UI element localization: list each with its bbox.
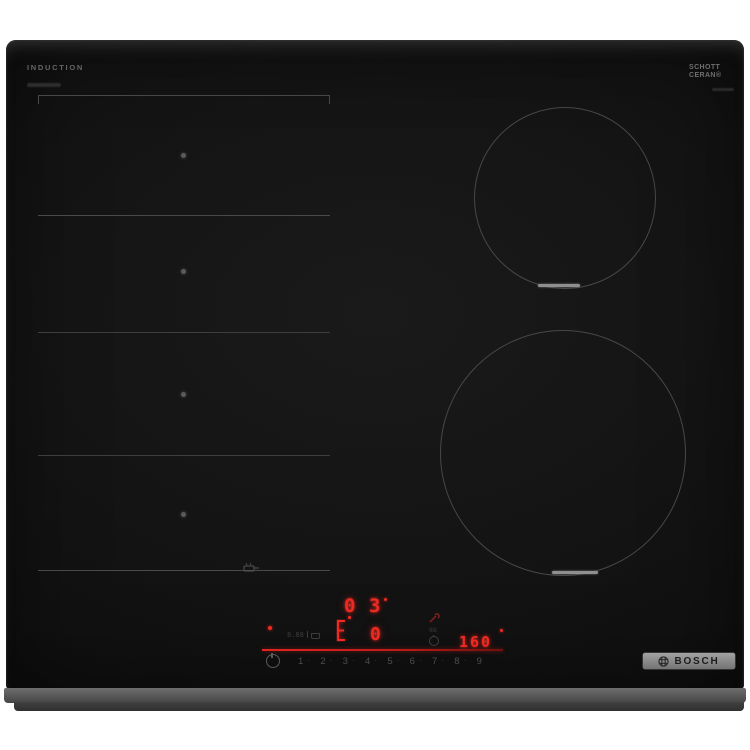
- status-indicator-dot: [268, 626, 272, 630]
- power-slider-track[interactable]: [262, 649, 503, 651]
- pause-pan-icon: [311, 633, 320, 639]
- bosch-armature-icon: [658, 656, 669, 667]
- flex-zone-marker-dot: [181, 153, 186, 158]
- legend-divider: [307, 631, 308, 638]
- power-level-key[interactable]: 4: [365, 656, 370, 667]
- kitchen-timer-icon[interactable]: [429, 636, 439, 646]
- flex-zone-divider: [38, 215, 330, 216]
- flex-zone-corner-tick: [38, 95, 39, 104]
- product-photo: INDUCTION SCHOTT CERAN® 0 3 0: [0, 0, 750, 750]
- flex-zone-level-display[interactable]: 0: [344, 595, 355, 617]
- induction-subtext-smudge: [27, 83, 61, 87]
- timer-ghost-segments: 88: [429, 626, 437, 634]
- power-level-key[interactable]: 7: [432, 656, 437, 667]
- schott-ceran-label: SCHOTT CERAN®: [689, 64, 737, 80]
- flex-zone-divider: [38, 332, 330, 333]
- zone-position-mark: [538, 284, 580, 287]
- flex-zone-divider: [38, 455, 330, 456]
- bosch-logo-text: BOSCH: [674, 656, 719, 667]
- flex-zone-marker-dot: [181, 392, 186, 397]
- flex-zone-indicator-icon: [336, 619, 347, 642]
- power-level-key[interactable]: 6: [410, 656, 415, 667]
- power-button[interactable]: [266, 654, 280, 668]
- right-zone-level-display[interactable]: 3: [369, 595, 380, 617]
- power-level-key[interactable]: 5: [387, 656, 392, 667]
- power-level-row: 1 2 3 4 5 6 7 8 9: [298, 656, 482, 667]
- zone-position-mark: [552, 571, 598, 574]
- flex-zone-top-line: [38, 95, 330, 96]
- cooking-time-icon[interactable]: [428, 613, 441, 624]
- power-level-key[interactable]: 9: [477, 656, 482, 667]
- schott-line: SCHOTT: [689, 64, 737, 72]
- ceran-line: CERAN®: [689, 72, 737, 80]
- pan-icon: [240, 561, 260, 575]
- flex-zone-marker-dot: [181, 269, 186, 274]
- flex-zone-corner-tick: [329, 95, 330, 104]
- power-level-key[interactable]: 1: [298, 656, 303, 667]
- flex-zone-bottom-level-display[interactable]: 0: [370, 624, 381, 645]
- flex-zone-marker-dot: [181, 512, 186, 517]
- front-trim-lower: [14, 702, 744, 711]
- legend-segments: 8.88: [287, 631, 304, 639]
- zone-select-dot: [348, 616, 351, 619]
- zone-select-dot: [384, 598, 387, 601]
- timer-select-dot: [500, 629, 503, 632]
- power-level-key[interactable]: 8: [454, 656, 459, 667]
- cooking-zone-bottom: [440, 330, 686, 576]
- flex-zone-bottom-line: [38, 570, 330, 571]
- power-level-key[interactable]: 3: [343, 656, 348, 667]
- ghost-legend: 8.88: [287, 630, 320, 639]
- bosch-badge: BOSCH: [643, 653, 735, 669]
- induction-label: INDUCTION: [27, 63, 84, 72]
- schott-subtext-smudge: [712, 88, 734, 91]
- cooking-zone-top: [474, 107, 656, 289]
- front-trim-upper: [4, 688, 746, 703]
- power-level-key[interactable]: 2: [320, 656, 325, 667]
